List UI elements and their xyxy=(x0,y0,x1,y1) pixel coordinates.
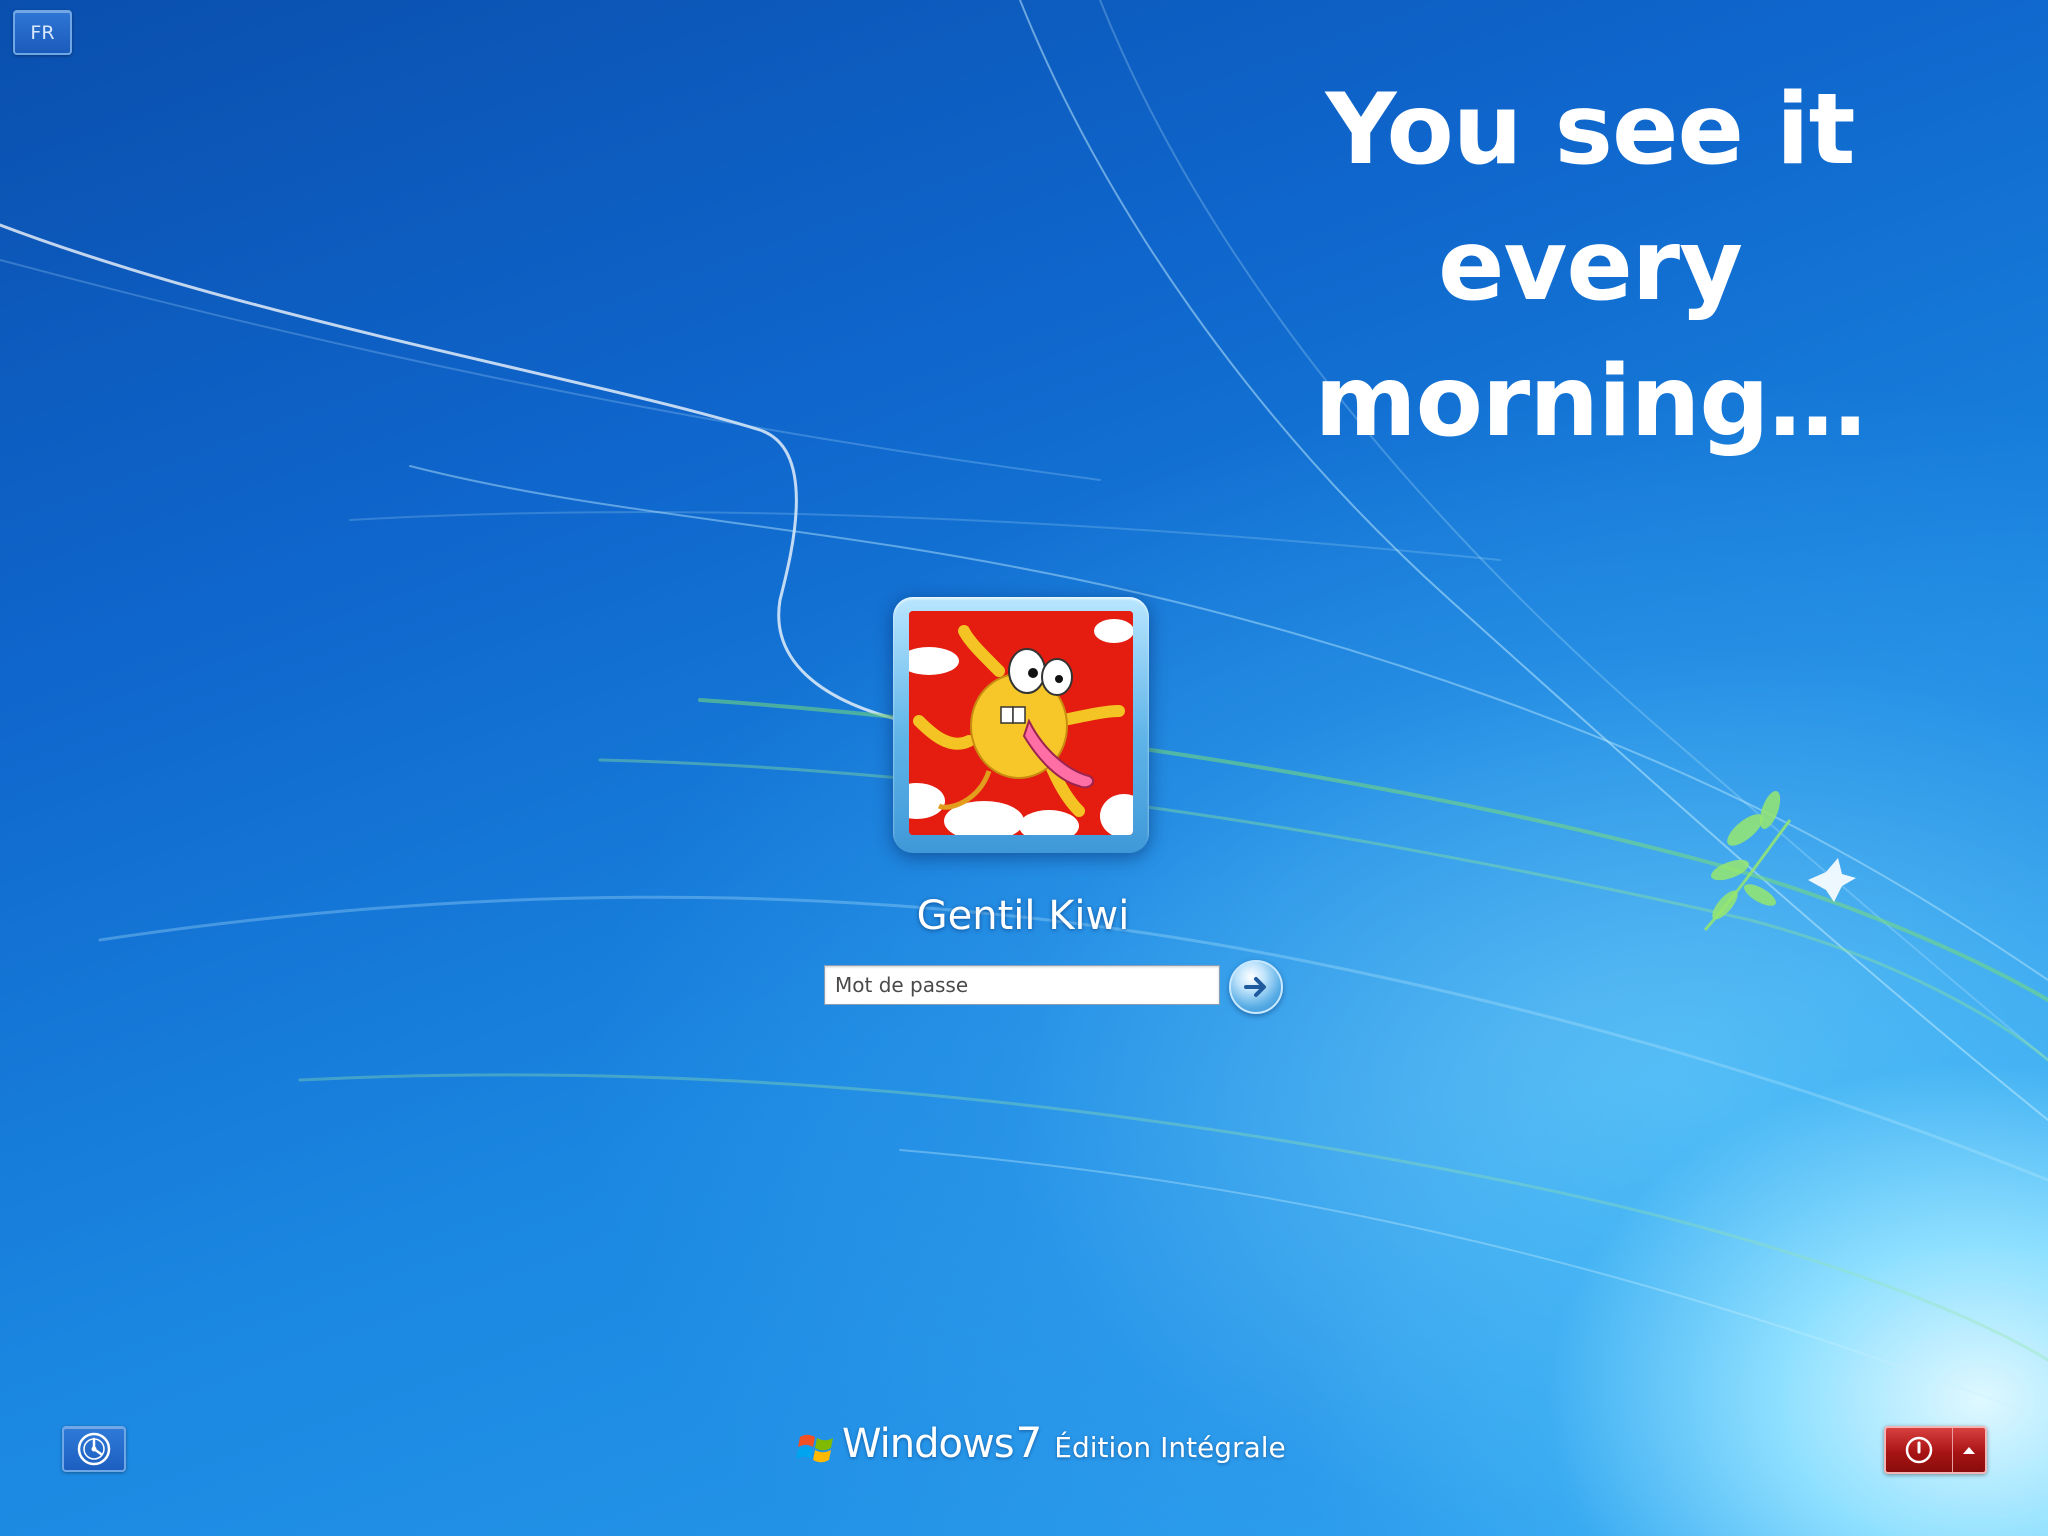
olive-branch xyxy=(1703,791,1792,931)
ease-of-access-icon xyxy=(77,1432,111,1466)
user-avatar xyxy=(909,611,1133,835)
user-name-label: Gentil Kiwi xyxy=(916,893,1130,939)
windows-version: 7 xyxy=(1015,1418,1043,1467)
ease-of-access-button[interactable] xyxy=(62,1426,126,1472)
dove xyxy=(1808,858,1856,902)
password-input[interactable] xyxy=(824,965,1220,1005)
cartoon-character-picture xyxy=(909,611,1133,835)
windows-edition: Édition Intégrale xyxy=(1054,1431,1286,1464)
language-indicator-button[interactable]: FR xyxy=(13,10,72,55)
windows-brand-name: Windows xyxy=(842,1421,1015,1467)
power-button-group xyxy=(1884,1426,1987,1474)
shutdown-options-button[interactable] xyxy=(1953,1428,1985,1472)
windows-branding: Windows 7 Édition Intégrale xyxy=(796,1418,1286,1478)
windows-logo-icon xyxy=(796,1434,833,1463)
arrow-right-icon xyxy=(1244,977,1266,997)
power-icon xyxy=(1905,1436,1933,1464)
user-avatar-frame[interactable] xyxy=(893,597,1149,853)
slide-headline: You see it every morning… xyxy=(1314,73,1866,459)
triangle-up-icon xyxy=(1963,1447,1975,1454)
shutdown-button[interactable] xyxy=(1886,1428,1953,1472)
submit-login-button[interactable] xyxy=(1229,960,1283,1014)
